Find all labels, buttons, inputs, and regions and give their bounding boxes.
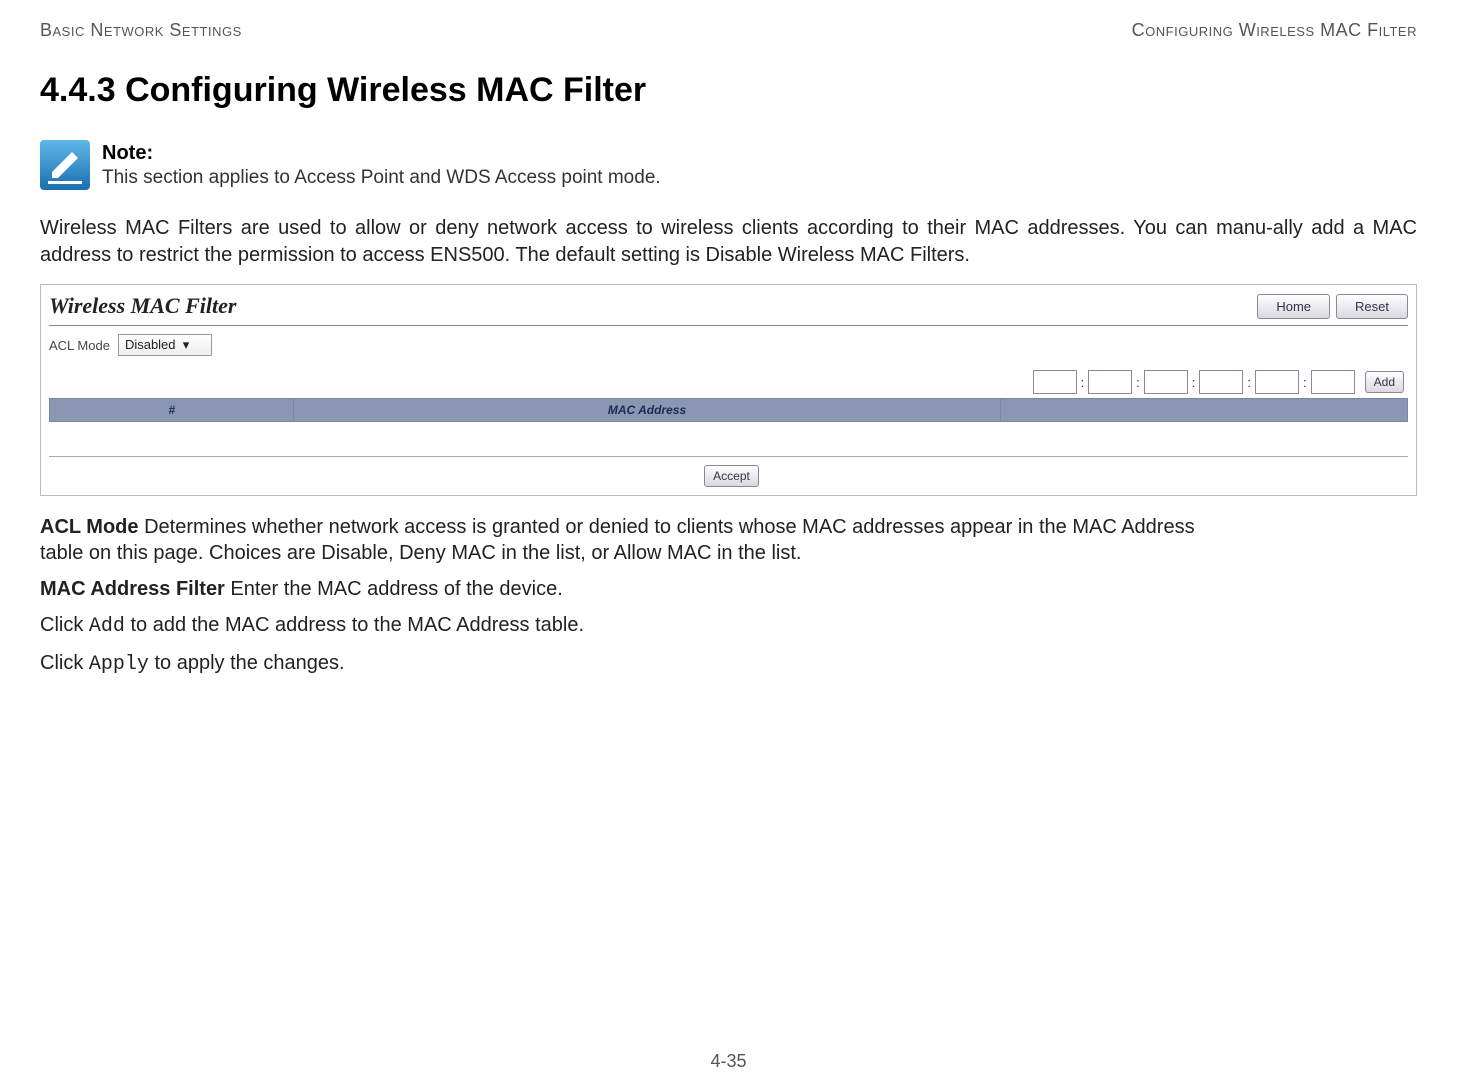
home-button[interactable]: Home [1257,294,1330,319]
accept-row: Accept [49,456,1408,487]
pencil-note-icon [40,140,90,190]
section-heading: 4.4.3 Configuring Wireless MAC Filter [40,71,1417,110]
document-page: Basic Network Settings Configuring Wirel… [0,0,1457,1090]
accept-button[interactable]: Accept [704,465,759,487]
acl-mode-row: ACL Mode Disabled ▾ [49,334,1408,356]
col-mac-address: MAC Address [294,399,1000,422]
mac-sep: : [1303,375,1307,390]
mac-sep: : [1247,375,1251,390]
col-hash: # [50,399,294,422]
screenshot-header: Wireless MAC Filter Home Reset [49,293,1408,326]
panel-title: Wireless MAC Filter [49,293,236,319]
mac-sep: : [1081,375,1085,390]
add-pre: Click [40,614,89,636]
mac-sep: : [1136,375,1140,390]
mac-sep: : [1192,375,1196,390]
mac-octet-2[interactable] [1088,370,1132,394]
add-post: to add the MAC address to the MAC Addres… [125,614,584,636]
add-code: Add [89,615,125,638]
add-instruction: Click Add to add the MAC address to the … [40,612,1417,640]
apply-instruction: Click Apply to apply the changes. [40,650,1417,678]
add-button[interactable]: Add [1365,371,1404,393]
mac-octet-6[interactable] [1311,370,1355,394]
col-blank [1000,399,1407,422]
acl-mode-label: ACL Mode [49,338,110,353]
mac-octet-5[interactable] [1255,370,1299,394]
reset-button[interactable]: Reset [1336,294,1408,319]
note-label: Note: [102,142,661,165]
running-header: Basic Network Settings Configuring Wirel… [40,20,1417,41]
ui-screenshot: Wireless MAC Filter Home Reset ACL Mode … [40,284,1417,496]
note-content: Note: This section applies to Access Poi… [102,140,661,189]
header-buttons: Home Reset [1257,294,1408,319]
acl-mode-term: ACL Mode [40,516,139,538]
apply-post: to apply the changes. [149,652,345,674]
acl-mode-desc-line2: table on this page. Choices are Disable,… [40,542,801,564]
mac-octet-3[interactable] [1144,370,1188,394]
acl-mode-definition: ACL Mode Determines whether network acce… [40,514,1417,566]
mac-octet-1[interactable] [1033,370,1077,394]
header-right: Configuring Wireless MAC Filter [1132,20,1417,41]
note-text: This section applies to Access Point and… [102,167,661,189]
mac-filter-term: MAC Address Filter [40,578,225,600]
acl-mode-select[interactable]: Disabled ▾ [118,334,212,356]
header-left: Basic Network Settings [40,20,242,41]
acl-mode-desc-line1: Determines whether network access is gra… [139,516,1195,538]
intro-paragraph: Wireless MAC Filters are used to allow o… [40,215,1417,269]
acl-mode-value: Disabled [125,337,176,352]
apply-pre: Click [40,652,89,674]
mac-filter-desc: Enter the MAC address of the device. [225,578,563,600]
mac-address-table: # MAC Address [49,398,1408,450]
apply-code: Apply [89,653,149,676]
mac-input-row: : : : : : Add [49,370,1408,394]
mac-filter-definition: MAC Address Filter Enter the MAC address… [40,576,1417,602]
mac-octet-4[interactable] [1199,370,1243,394]
note-block: Note: This section applies to Access Poi… [40,140,1417,190]
page-number: 4-35 [0,1051,1457,1072]
